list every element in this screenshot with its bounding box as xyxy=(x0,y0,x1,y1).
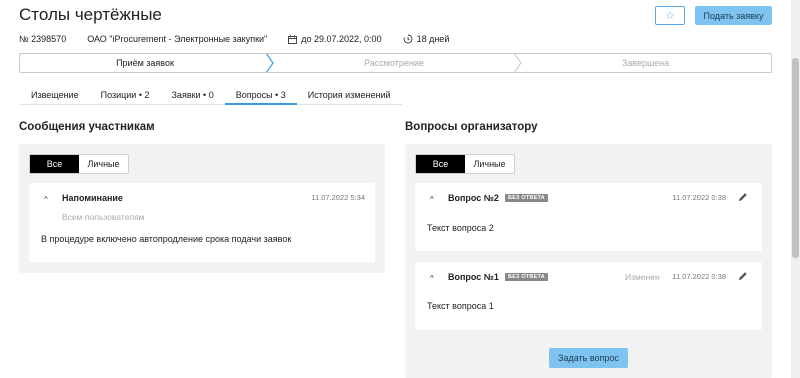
chevron-up-icon[interactable]: ^ xyxy=(430,274,434,283)
message-title: Напоминание xyxy=(62,193,123,203)
days-left: 18 дней xyxy=(403,34,450,44)
step-receiving: Приём заявок xyxy=(116,58,174,68)
chevron-up-icon[interactable]: ^ xyxy=(430,195,434,204)
favorite-button[interactable]: ☆ xyxy=(655,6,685,25)
tab-applications[interactable]: Заявки • 0 xyxy=(161,86,225,104)
tab-notice[interactable]: Извещение xyxy=(19,86,90,104)
filter-all[interactable]: Все xyxy=(416,155,465,173)
step-review: Рассмотрение xyxy=(364,58,424,68)
messages-title: Сообщения участникам xyxy=(19,121,155,133)
changed-label: Изменен xyxy=(625,272,660,282)
submit-application-button[interactable]: Подать заявку xyxy=(695,6,772,25)
calendar-icon xyxy=(288,34,298,44)
procedure-number: № 2398570 xyxy=(19,34,67,44)
question-text: Текст вопроса 2 xyxy=(427,223,494,233)
ask-question-button[interactable]: Задать вопрос xyxy=(549,348,628,368)
chevron-up-icon[interactable]: ^ xyxy=(44,195,48,204)
message-card: ^ Напоминание 11.07.2022 5:34 Всем польз… xyxy=(29,183,375,262)
organization-link[interactable]: ОАО "iProcurement - Электронные закупки" xyxy=(87,34,267,44)
procedure-stepper: Приём заявок Рассмотрение Завершена xyxy=(19,53,772,73)
message-text: В процедуре включено автопродление срока… xyxy=(41,234,292,244)
star-icon: ☆ xyxy=(665,10,675,22)
filter-personal[interactable]: Личные xyxy=(79,155,128,173)
days-left-text: 18 дней xyxy=(416,34,450,44)
deadline: до 29.07.2022, 0:00 xyxy=(288,34,382,44)
procedure-meta: № 2398570 ОАО "iProcurement - Электронны… xyxy=(19,34,470,44)
question-card: ^ Вопрос №2 БЕЗ ОТВЕТА 11.07.2022 0:38 Т… xyxy=(415,183,762,251)
question-card: ^ Вопрос №1 БЕЗ ОТВЕТА Изменен 11.07.202… xyxy=(415,262,762,330)
tab-questions[interactable]: Вопросы • 3 xyxy=(224,86,297,105)
questions-panel: Все Личные ^ Вопрос №2 БЕЗ ОТВЕТА 11.07.… xyxy=(405,144,772,378)
status-badge: БЕЗ ОТВЕТА xyxy=(505,273,548,281)
status-badge: БЕЗ ОТВЕТА xyxy=(505,194,548,202)
timer-icon xyxy=(403,34,413,44)
question-date: 11.07.2022 0:38 xyxy=(672,272,726,281)
filter-personal[interactable]: Личные xyxy=(465,155,514,173)
messages-filter: Все Личные xyxy=(29,154,129,174)
questions-title: Вопросы организатору xyxy=(405,121,538,133)
message-date: 11.07.2022 5:34 xyxy=(311,193,365,202)
edit-icon[interactable] xyxy=(738,271,748,281)
question-text: Текст вопроса 1 xyxy=(427,301,494,311)
question-date: 11.07.2022 0:38 xyxy=(672,193,726,202)
questions-filter: Все Личные xyxy=(415,154,515,174)
tab-positions[interactable]: Позиции • 2 xyxy=(90,86,161,104)
tab-history[interactable]: История изменений xyxy=(297,86,402,104)
question-title: Вопрос №1 xyxy=(448,272,499,282)
question-title: Вопрос №2 xyxy=(448,193,499,203)
messages-panel: Все Личные ^ Напоминание 11.07.2022 5:34… xyxy=(19,144,385,273)
deadline-text: до 29.07.2022, 0:00 xyxy=(301,34,382,44)
step-completed: Завершена xyxy=(621,58,670,68)
message-audience: Всем пользователям xyxy=(62,212,145,222)
filter-all[interactable]: Все xyxy=(30,155,79,173)
edit-icon[interactable] xyxy=(738,192,748,202)
tab-bar: Извещение Позиции • 2 Заявки • 0 Вопросы… xyxy=(19,86,402,105)
page-title: Столы чертёжные xyxy=(19,5,162,24)
scrollbar-thumb[interactable] xyxy=(792,58,799,258)
